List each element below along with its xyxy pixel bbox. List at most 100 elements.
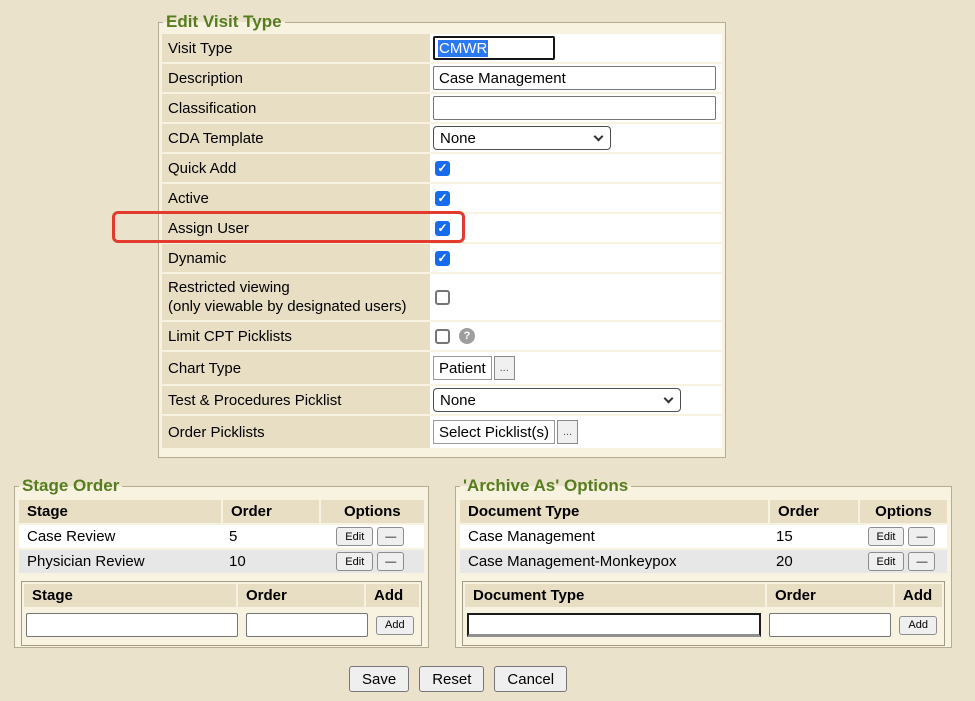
add-document-type-button[interactable]: Add	[899, 616, 937, 635]
stage-column-header: Stage	[19, 500, 221, 523]
edit-button[interactable]: Edit	[336, 527, 373, 546]
new-document-order-input[interactable]	[769, 613, 891, 637]
order-column-header: Order	[223, 500, 319, 523]
stage-cell: Case Review	[19, 525, 221, 548]
test-procedures-selected-value: None	[440, 392, 476, 409]
order-picklists-value: Select Picklist(s)	[433, 420, 555, 444]
add-order-header: Order	[238, 584, 364, 607]
form-row-classification: Classification	[162, 94, 722, 122]
document-type-column-header: Document Type	[460, 500, 768, 523]
archive-as-options-legend: 'Archive As' Options	[460, 476, 631, 496]
new-stage-order-input[interactable]	[246, 613, 368, 637]
stage-order-add-box: Stage Order Add Add	[21, 581, 422, 646]
form-row-dynamic: Dynamic ✓	[162, 244, 722, 272]
chart-type-browse-button[interactable]: ...	[494, 356, 515, 380]
order-picklists-browse-button[interactable]: ...	[557, 420, 578, 444]
order-cell: 15	[768, 525, 856, 548]
order-cell: 20	[768, 550, 856, 573]
form-row-restricted-viewing: Restricted viewing (only viewable by des…	[162, 274, 722, 320]
order-cell: 5	[221, 525, 317, 548]
test-procedures-picklist-select[interactable]: None	[433, 388, 681, 412]
order-column-header: Order	[770, 500, 858, 523]
save-button[interactable]: Save	[349, 666, 409, 692]
restricted-viewing-label: Restricted viewing (only viewable by des…	[162, 274, 430, 320]
edit-visit-type-legend: Edit Visit Type	[163, 12, 285, 32]
order-picklists-label: Order Picklists	[162, 416, 430, 448]
cda-template-selected-value: None	[440, 130, 476, 147]
checkmark-icon: ✓	[437, 252, 447, 264]
add-document-type-header: Document Type	[465, 584, 765, 607]
add-order-header: Order	[767, 584, 893, 607]
limit-cpt-picklists-checkbox[interactable]: ✓	[435, 329, 450, 344]
form-row-cda-template: CDA Template None	[162, 124, 722, 152]
edit-visit-type-section: Edit Visit Type Visit Type CMWR Descript…	[158, 12, 726, 458]
restricted-viewing-label-line1: Restricted viewing	[168, 278, 422, 297]
active-checkbox[interactable]: ✓	[435, 191, 450, 206]
limit-cpt-picklists-label: Limit CPT Picklists	[162, 322, 430, 350]
assign-user-checkbox[interactable]: ✓	[435, 221, 450, 236]
options-column-header: Options	[321, 500, 424, 523]
stage-cell: Physician Review	[19, 550, 221, 573]
edit-button[interactable]: Edit	[868, 527, 905, 546]
form-row-assign-user: Assign User ✓	[162, 214, 722, 242]
description-label: Description	[162, 64, 430, 92]
form-row-active: Active ✓	[162, 184, 722, 212]
active-label: Active	[162, 184, 430, 212]
archive-as-table-row: Case Management-Monkeypox 20 Edit —	[460, 550, 947, 573]
form-row-test-procedures-picklist: Test & Procedures Picklist None	[162, 386, 722, 414]
remove-button[interactable]: —	[908, 552, 935, 571]
visit-type-label: Visit Type	[162, 34, 430, 62]
stage-order-legend: Stage Order	[19, 476, 122, 496]
chevron-down-icon	[664, 394, 674, 404]
stage-order-table-header: Stage Order Options	[19, 500, 424, 523]
form-row-description: Description	[162, 64, 722, 92]
visit-type-value: CMWR	[438, 40, 488, 57]
reset-button[interactable]: Reset	[419, 666, 484, 692]
chevron-down-icon	[594, 132, 604, 142]
add-stage-button[interactable]: Add	[376, 616, 414, 635]
form-row-quick-add: Quick Add ✓	[162, 154, 722, 182]
cda-template-label: CDA Template	[162, 124, 430, 152]
chart-type-value: Patient	[433, 356, 492, 380]
archive-as-options-section: 'Archive As' Options Document Type Order…	[455, 476, 952, 648]
add-header: Add	[366, 584, 419, 607]
checkmark-icon: ✓	[437, 162, 447, 174]
form-row-order-picklists: Order Picklists Select Picklist(s) ...	[162, 416, 722, 448]
edit-button[interactable]: Edit	[868, 552, 905, 571]
chart-type-label: Chart Type	[162, 352, 430, 384]
archive-as-add-box: Document Type Order Add Add	[462, 581, 945, 646]
quick-add-checkbox[interactable]: ✓	[435, 161, 450, 176]
add-header: Add	[895, 584, 942, 607]
action-button-bar: Save Reset Cancel	[349, 666, 567, 692]
restricted-viewing-label-line2: (only viewable by designated users)	[168, 297, 422, 316]
form-row-chart-type: Chart Type Patient ...	[162, 352, 722, 384]
quick-add-label: Quick Add	[162, 154, 430, 182]
visit-type-input[interactable]: CMWR	[433, 36, 555, 60]
order-cell: 10	[221, 550, 317, 573]
new-stage-input[interactable]	[26, 613, 238, 637]
form-row-limit-cpt-picklists: Limit CPT Picklists ✓ ?	[162, 322, 722, 350]
classification-input[interactable]	[433, 96, 716, 120]
cancel-button[interactable]: Cancel	[494, 666, 567, 692]
description-input[interactable]	[433, 66, 716, 90]
new-document-type-input[interactable]	[467, 613, 761, 637]
document-type-cell: Case Management	[460, 525, 768, 548]
restricted-viewing-checkbox[interactable]: ✓	[435, 290, 450, 305]
checkmark-icon: ✓	[437, 192, 447, 204]
dynamic-label: Dynamic	[162, 244, 430, 272]
dynamic-checkbox[interactable]: ✓	[435, 251, 450, 266]
help-question-icon[interactable]: ?	[459, 328, 475, 344]
remove-button[interactable]: —	[908, 527, 935, 546]
classification-label: Classification	[162, 94, 430, 122]
edit-button[interactable]: Edit	[336, 552, 373, 571]
checkmark-icon: ✓	[437, 222, 447, 234]
cda-template-select[interactable]: None	[433, 126, 611, 150]
options-column-header: Options	[860, 500, 947, 523]
remove-button[interactable]: —	[377, 527, 404, 546]
test-procedures-picklist-label: Test & Procedures Picklist	[162, 386, 430, 414]
document-type-cell: Case Management-Monkeypox	[460, 550, 768, 573]
archive-as-table-row: Case Management 15 Edit —	[460, 525, 947, 548]
remove-button[interactable]: —	[377, 552, 404, 571]
stage-order-table-row: Physician Review 10 Edit —	[19, 550, 424, 573]
stage-order-table-row: Case Review 5 Edit —	[19, 525, 424, 548]
